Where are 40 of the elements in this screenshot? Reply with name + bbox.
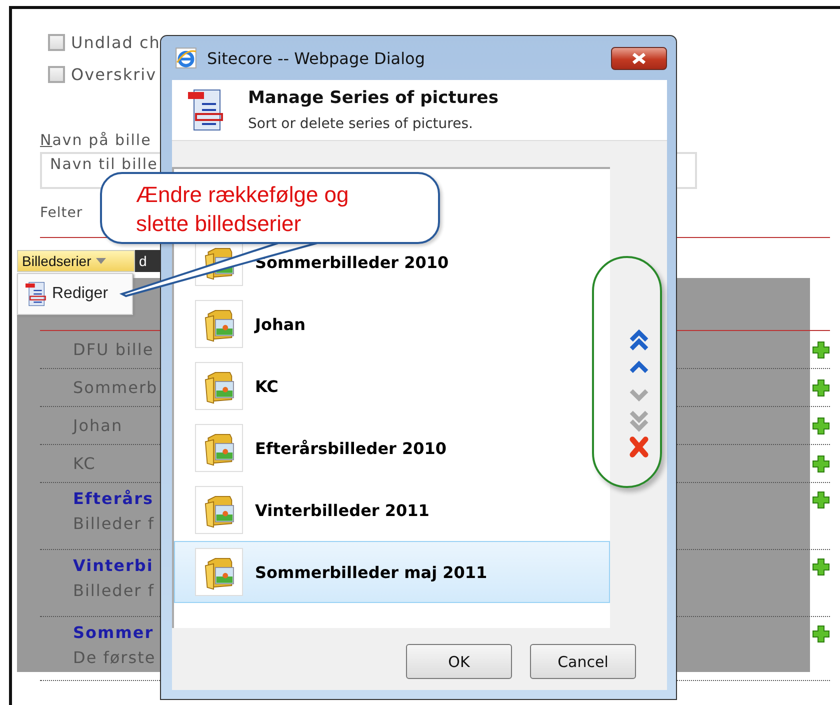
- checkbox[interactable]: [48, 66, 65, 82]
- dialog-subheading: Sort or delete series of pictures.: [248, 116, 474, 132]
- dialog-button[interactable]: OK: [406, 644, 512, 679]
- list-icon: [24, 280, 48, 308]
- list-item[interactable]: Sommerbilleder maj 2011: [174, 541, 610, 603]
- list-item[interactable]: Johan: [174, 293, 610, 355]
- list-item[interactable]: Vinterbilleder 2011: [174, 479, 610, 541]
- dialog-heading: Manage Series of pictures: [248, 88, 498, 108]
- toolbar-tab[interactable]: d: [135, 250, 147, 272]
- field-label: Felter: [40, 205, 83, 223]
- series-title[interactable]: Sommer: [73, 623, 156, 642]
- caret-icon: [96, 258, 106, 264]
- browser-icon: [175, 47, 197, 69]
- close-button[interactable]: [611, 46, 667, 70]
- window-title: Sitecore -- Webpage Dialog: [207, 48, 426, 68]
- series-description: Billeder f: [73, 514, 154, 533]
- list-item[interactable]: Efterårsbilleder 2010: [174, 417, 610, 479]
- dialog-button[interactable]: Cancel: [530, 644, 636, 679]
- add-icon: [812, 558, 830, 576]
- list-item[interactable]: KC: [174, 355, 610, 417]
- delete-icon[interactable]: [628, 435, 650, 459]
- checkbox-label: Undlad ch: [71, 32, 160, 52]
- field-label: Navn på bille: [40, 131, 152, 151]
- checkbox[interactable]: [48, 34, 65, 50]
- dropdown-button[interactable]: Billedserier: [17, 250, 135, 272]
- series-description: De første: [73, 648, 156, 667]
- menu-item[interactable]: Rediger: [18, 280, 108, 308]
- callout-text: Ændre rækkefølge og slette billedserier: [136, 181, 350, 238]
- add-icon: [812, 340, 830, 358]
- series-description: Billeder f: [73, 581, 154, 600]
- add-icon: [812, 491, 830, 509]
- double-up-chevron-icon[interactable]: [628, 327, 650, 351]
- add-icon: [812, 378, 830, 396]
- add-icon: [812, 416, 830, 434]
- add-icon: [812, 625, 830, 643]
- series-title[interactable]: Vinterbi: [73, 556, 154, 575]
- add-icon: [812, 454, 830, 472]
- checkbox-label: Overskriv: [71, 64, 157, 84]
- series-title[interactable]: Efterårs: [73, 489, 154, 508]
- close-icon: [632, 52, 646, 64]
